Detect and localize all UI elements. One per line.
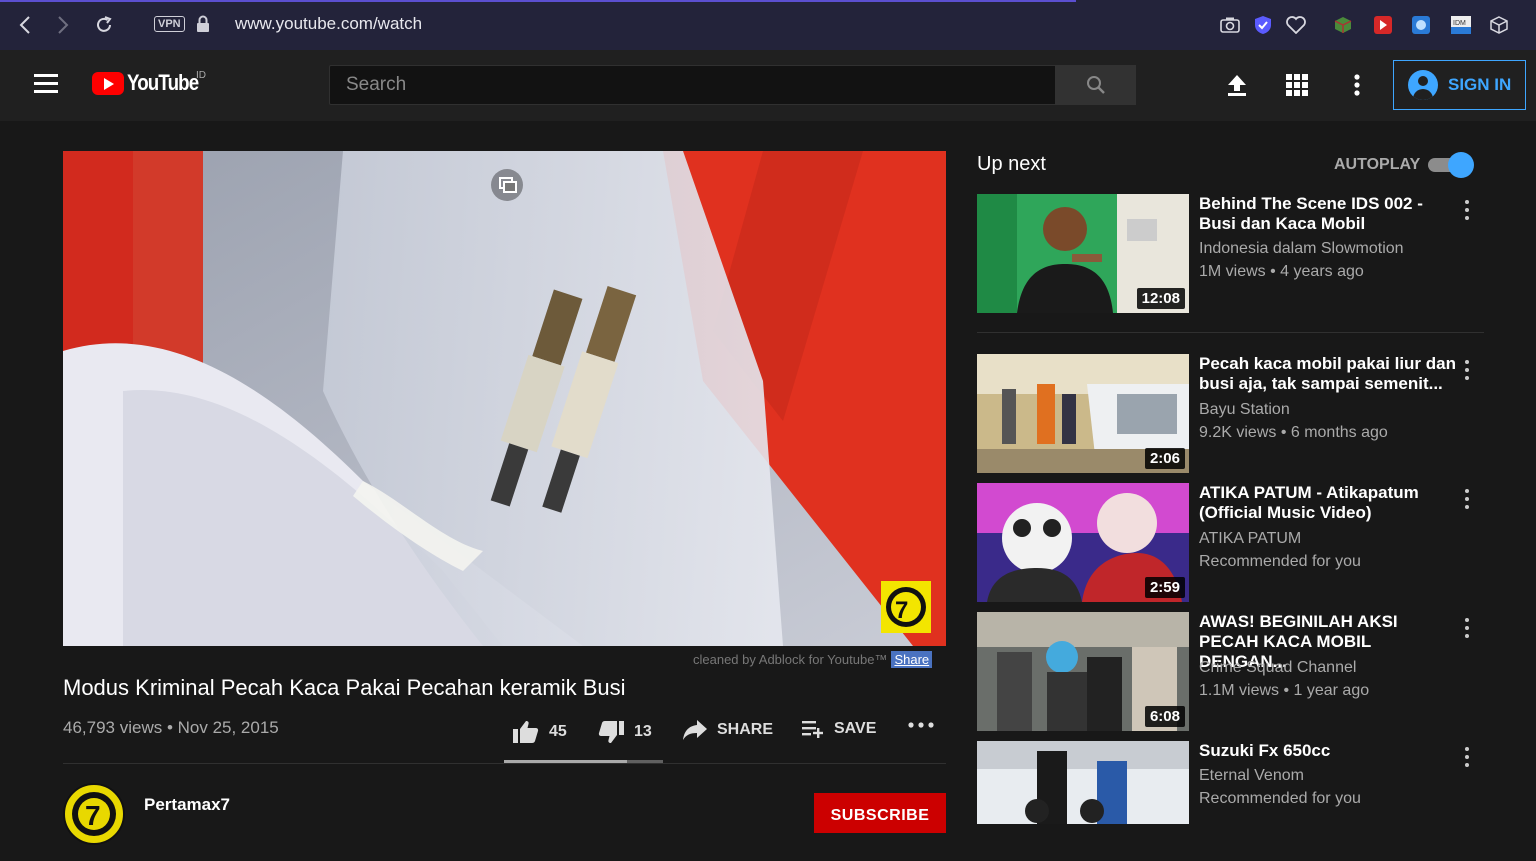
search-button[interactable] <box>1055 65 1136 105</box>
vpn-badge[interactable]: VPN <box>154 16 185 32</box>
duration-badge: 6:08 <box>1144 706 1185 727</box>
more-vertical-icon[interactable] <box>1465 747 1471 771</box>
address-bar[interactable]: www.youtube.com/watch <box>235 14 422 34</box>
back-icon[interactable] <box>12 12 38 38</box>
card-channel: Bayu Station <box>1199 401 1290 418</box>
heart-icon[interactable] <box>1285 14 1307 36</box>
upload-icon[interactable] <box>1224 72 1250 98</box>
more-vertical-icon[interactable] <box>1465 360 1471 384</box>
video-thumbnail[interactable]: 6:08 <box>977 612 1189 731</box>
logo-country-code: ID <box>196 70 206 81</box>
up-next-card[interactable]: 2:06 Pecah kaca mobil pakai liur dan bus… <box>977 354 1487 474</box>
autoplay-label: AUTOPLAY <box>1334 156 1421 173</box>
video-title: Modus Kriminal Pecah Kaca Pakai Pecahan … <box>63 675 626 700</box>
reload-icon[interactable] <box>91 12 117 38</box>
card-title[interactable]: Behind The Scene IDS 002 - Busi dan Kaca… <box>1199 194 1461 234</box>
more-vertical-icon[interactable] <box>1465 489 1471 513</box>
thumbs-down-icon <box>598 721 624 743</box>
channel-name[interactable]: Pertamax7 <box>144 795 230 815</box>
up-next-heading: Up next <box>977 153 1046 175</box>
adblock-share-link[interactable]: Share <box>891 651 933 668</box>
sign-in-button[interactable]: SIGN IN <box>1393 60 1526 110</box>
card-meta: 9.2K views • 6 months ago <box>1199 424 1388 441</box>
video-thumbnail[interactable]: 12:08 <box>977 194 1189 313</box>
up-next-card[interactable]: 2:59 ATIKA PATUM - Atikapatum (Official … <box>977 483 1487 603</box>
card-channel: Indonesia dalam Slowmotion <box>1199 240 1404 257</box>
lock-icon[interactable] <box>196 15 210 38</box>
like-count: 45 <box>549 723 567 740</box>
divider <box>63 763 946 764</box>
card-title[interactable]: ATIKA PATUM - Atikapatum (Official Music… <box>1199 483 1461 523</box>
shield-icon[interactable] <box>1252 14 1274 36</box>
sign-in-label: SIGN IN <box>1448 75 1512 94</box>
apps-grid-icon[interactable] <box>1284 72 1310 98</box>
svg-text:7: 7 <box>85 800 101 831</box>
duration-badge: 12:08 <box>1136 288 1185 309</box>
more-actions-button[interactable] <box>908 722 944 728</box>
card-meta: 1.1M views • 1 year ago <box>1199 682 1370 699</box>
video-frame: 7 <box>63 151 946 646</box>
account-icon <box>1408 70 1438 100</box>
thumbs-up-icon <box>513 721 539 743</box>
video-player[interactable]: 7 <box>63 151 946 646</box>
card-channel: ATIKA PATUM <box>1199 530 1302 547</box>
cube-extension-icon[interactable] <box>1332 14 1354 36</box>
logo-text: YouTube <box>127 70 199 95</box>
save-label: SAVE <box>834 720 877 737</box>
up-next-card[interactable]: Suzuki Fx 650cc Eternal Venom Recommende… <box>977 741 1487 861</box>
globe-extension-icon[interactable] <box>1410 14 1432 36</box>
settings-more-icon[interactable] <box>1344 72 1370 98</box>
video-views-date: 46,793 views • Nov 25, 2015 <box>63 718 279 737</box>
duration-badge: 2:06 <box>1144 448 1185 469</box>
card-title[interactable]: Pecah kaca mobil pakai liur dan busi aja… <box>1199 354 1461 394</box>
duration-badge: 2:59 <box>1144 577 1185 598</box>
svg-text:7: 7 <box>895 597 908 624</box>
box-extension-icon[interactable] <box>1488 14 1510 36</box>
search-icon <box>1086 76 1105 94</box>
card-meta: 1M views • 4 years ago <box>1199 263 1364 280</box>
video-thumbnail[interactable]: 2:59 <box>977 483 1189 602</box>
menu-icon[interactable] <box>34 74 58 98</box>
forward-icon[interactable] <box>50 12 76 38</box>
search-input[interactable] <box>330 66 1055 104</box>
up-next-card[interactable]: 12:08 Behind The Scene IDS 002 - Busi da… <box>977 194 1487 314</box>
divider <box>977 332 1484 333</box>
loading-progress-line <box>0 0 1076 2</box>
more-horizontal-icon <box>908 722 934 728</box>
youtube-logo[interactable]: YouTube ID <box>92 70 211 96</box>
share-button[interactable]: SHARE <box>683 720 773 740</box>
card-channel: Crime Squad Channel <box>1199 659 1357 676</box>
adblock-text: cleaned by Adblock for Youtube™ <box>693 652 888 667</box>
youtube-play-icon <box>92 71 124 95</box>
card-title[interactable]: Suzuki Fx 650cc <box>1199 741 1461 761</box>
channel-avatar[interactable]: 7 <box>63 783 125 845</box>
dislike-count: 13 <box>634 723 652 740</box>
svg-text:IDM: IDM <box>1453 20 1466 27</box>
subscribe-button[interactable]: SUBSCRIBE <box>814 793 946 833</box>
video-thumbnail[interactable] <box>977 741 1189 824</box>
autoplay-toggle[interactable] <box>1428 152 1474 178</box>
save-button[interactable]: SAVE <box>802 720 876 738</box>
video-downloader-icon[interactable] <box>1372 14 1394 36</box>
card-channel: Eternal Venom <box>1199 767 1304 784</box>
idm-extension-icon[interactable]: IDM <box>1450 14 1472 36</box>
more-vertical-icon[interactable] <box>1465 618 1471 642</box>
video-thumbnail[interactable]: 2:06 <box>977 354 1189 473</box>
camera-icon[interactable] <box>1219 14 1241 36</box>
browser-toolbar: VPN www.youtube.com/watch IDM <box>0 0 1536 50</box>
like-button[interactable]: 45 <box>513 720 567 744</box>
playlist-add-icon <box>802 721 823 738</box>
adblock-notice: cleaned by Adblock for Youtube™ Share <box>693 651 933 668</box>
search-box[interactable] <box>329 65 1056 105</box>
up-next-card[interactable]: 6:08 AWAS! BEGINILAH AKSI PECAH KACA MOB… <box>977 612 1487 732</box>
card-meta: Recommended for you <box>1199 553 1361 570</box>
dislike-button[interactable]: 13 <box>598 720 652 744</box>
share-label: SHARE <box>717 721 774 738</box>
youtube-header: YouTube ID SIGN IN <box>0 50 1536 121</box>
share-icon <box>683 720 707 740</box>
more-vertical-icon[interactable] <box>1465 200 1471 224</box>
card-meta: Recommended for you <box>1199 790 1361 807</box>
